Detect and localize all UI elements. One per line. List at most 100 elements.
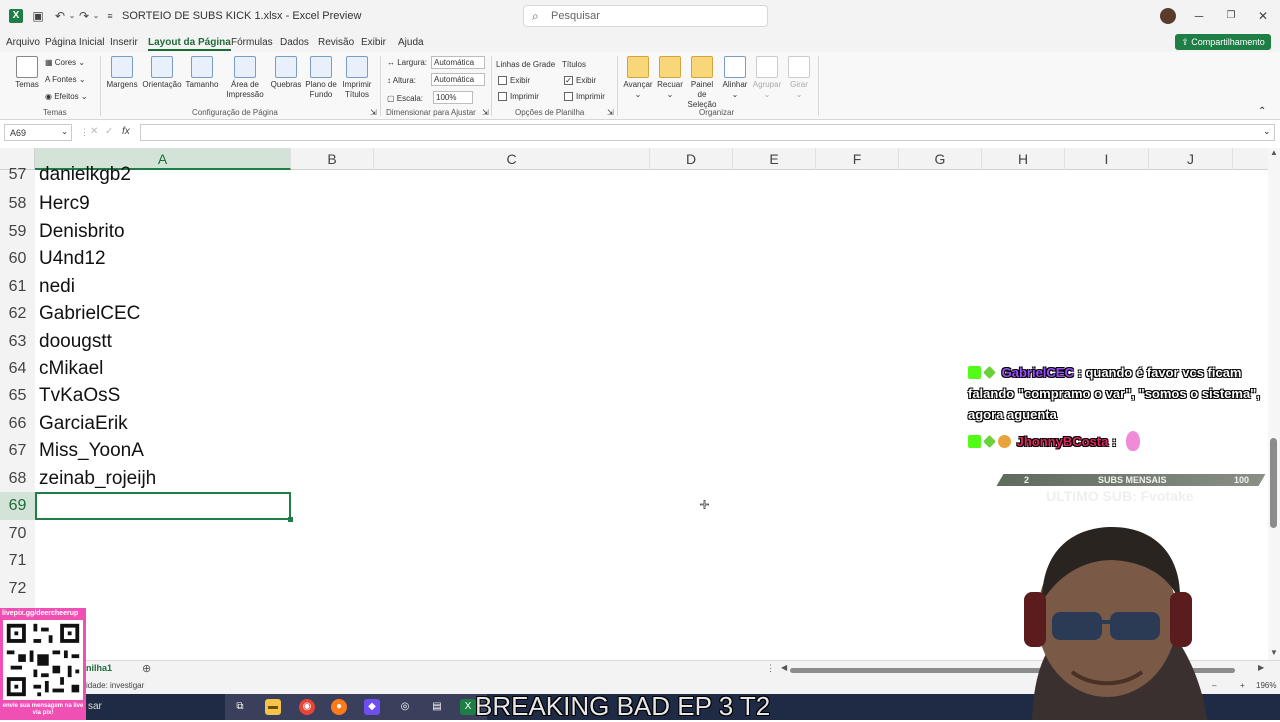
row-header[interactable]: 71	[0, 552, 35, 570]
column-header-h[interactable]: H	[982, 148, 1065, 170]
print-area-button[interactable]: Área de Impressão	[222, 56, 268, 100]
taskbar-search-text[interactable]: sar	[88, 701, 102, 712]
row-header[interactable]: 62	[0, 305, 35, 323]
obs-icon[interactable]: ◎	[397, 699, 413, 715]
tab-pagina-inicial[interactable]: Página Inicial	[45, 37, 104, 48]
chevron-down-icon[interactable]: ⌄	[61, 127, 68, 136]
add-sheet-icon[interactable]: ⊕	[142, 662, 151, 675]
tab-inserir[interactable]: Inserir	[110, 37, 138, 48]
row-header[interactable]: 59	[0, 223, 35, 241]
formula-input[interactable]	[140, 124, 1275, 141]
cell[interactable]: GabrielCEC	[39, 303, 140, 325]
row-header[interactable]: 57	[0, 166, 35, 184]
themes-button[interactable]: Temas	[12, 56, 42, 90]
send-backward-button[interactable]: Recuar ⌄	[655, 56, 685, 100]
row-header[interactable]: 63	[0, 333, 35, 351]
cell[interactable]: danielkgb2	[39, 164, 131, 186]
task-view-icon[interactable]: ⧉	[232, 699, 248, 715]
sheet-options-launcher-icon[interactable]: ⇲	[607, 108, 614, 117]
column-header-d[interactable]: D	[650, 148, 733, 170]
column-header-i[interactable]: I	[1065, 148, 1149, 170]
expand-formula-icon[interactable]: ⌄	[1263, 126, 1271, 137]
bring-forward-button[interactable]: Avançar ⌄	[622, 56, 654, 100]
insert-function-icon[interactable]: fx	[122, 126, 130, 137]
print-titles-button[interactable]: Imprimir Títulos	[340, 56, 374, 100]
name-box[interactable]: A69 ⌄	[4, 124, 72, 141]
cell[interactable]: TvKaOsS	[39, 385, 120, 407]
cell[interactable]: nedi	[39, 276, 75, 298]
tab-layout-da-pagina[interactable]: Layout da Página	[148, 37, 231, 51]
vertical-scroll-thumb[interactable]	[1270, 438, 1277, 528]
column-header-g[interactable]: G	[899, 148, 982, 170]
avatar[interactable]	[1160, 8, 1176, 24]
headings-view-checkbox[interactable]: ✓	[564, 76, 573, 85]
size-button[interactable]: Tamanho	[184, 56, 220, 90]
effects-button[interactable]: ◉ Efeitos ⌄	[45, 92, 88, 101]
row-header[interactable]: 70	[0, 525, 35, 543]
cell[interactable]: GarciaErik	[39, 413, 128, 435]
gridlines-print-checkbox[interactable]	[498, 92, 507, 101]
row-header[interactable]: 60	[0, 250, 35, 268]
active-cell-a69[interactable]	[35, 492, 293, 522]
tab-exibir[interactable]: Exibir	[361, 37, 386, 48]
more-icon[interactable]: ⋮	[766, 663, 775, 674]
confirm-icon[interactable]: ✓	[105, 126, 113, 137]
colors-button[interactable]: ▦ Cores ⌄	[45, 58, 85, 67]
close-icon[interactable]: ✕	[1254, 7, 1272, 25]
fonts-button[interactable]: A Fontes ⌄	[45, 75, 86, 84]
column-header-b[interactable]: B	[291, 148, 374, 170]
zoom-level[interactable]: 196%	[1256, 681, 1276, 690]
row-header[interactable]: 64	[0, 360, 35, 378]
collapse-ribbon-icon[interactable]: ⌃	[1258, 106, 1266, 117]
breaks-button[interactable]: Quebras	[270, 56, 302, 90]
share-button[interactable]: ⇪ Compartilhamento	[1175, 34, 1271, 50]
column-header-e[interactable]: E	[733, 148, 816, 170]
file-explorer-icon[interactable]: ▬	[265, 699, 281, 715]
rotate-button[interactable]: Girar ⌄	[784, 56, 814, 100]
scroll-up-icon[interactable]: ▲	[1270, 148, 1278, 157]
group-objects-button[interactable]: Agrupar ⌄	[752, 56, 782, 100]
scroll-left-icon[interactable]: ◀	[781, 663, 787, 672]
selection-pane-button[interactable]: Painel de Seleção	[686, 56, 718, 110]
firefox-icon[interactable]: ●	[331, 699, 347, 715]
cell[interactable]: Denisbrito	[39, 221, 125, 243]
width-dropdown[interactable]: Automática	[431, 56, 485, 69]
orientation-button[interactable]: Orientação	[141, 56, 183, 90]
row-header[interactable]: 69	[0, 492, 35, 520]
background-button[interactable]: Plano de Fundo	[304, 56, 338, 100]
app-icon[interactable]: ◆	[364, 699, 380, 715]
row-header[interactable]: 65	[0, 387, 35, 405]
column-header-c[interactable]: C	[374, 148, 650, 170]
page-setup-launcher-icon[interactable]: ⇲	[370, 108, 377, 117]
restore-icon[interactable]: ❐	[1222, 7, 1240, 25]
row-header[interactable]: 68	[0, 470, 35, 488]
cell[interactable]: Miss_YoonA	[39, 440, 144, 462]
row-header[interactable]: 61	[0, 278, 35, 296]
scale-input[interactable]: 100%	[433, 91, 473, 104]
cancel-icon[interactable]: ✕	[90, 126, 98, 137]
tab-revisao[interactable]: Revisão	[318, 37, 354, 48]
margins-button[interactable]: Margens	[105, 56, 139, 90]
row-header[interactable]: 58	[0, 195, 35, 213]
tab-dados[interactable]: Dados	[280, 37, 309, 48]
cell[interactable]: zeinab_rojeijh	[39, 468, 156, 490]
redo-dropdown-icon[interactable]: ⌄	[89, 9, 103, 23]
chrome-icon[interactable]: ◉	[299, 699, 315, 715]
scroll-right-icon[interactable]: ▶	[1258, 663, 1264, 672]
height-dropdown[interactable]: Automática	[431, 73, 485, 86]
excel-taskbar-icon[interactable]: X	[460, 699, 476, 715]
align-button[interactable]: Alinhar ⌄	[720, 56, 750, 100]
minimize-icon[interactable]: ─	[1190, 7, 1208, 25]
accessibility-status[interactable]: idade: investigar	[86, 681, 144, 690]
column-header-j[interactable]: J	[1149, 148, 1233, 170]
scale-launcher-icon[interactable]: ⇲	[482, 108, 489, 117]
cell[interactable]: cMikael	[39, 358, 103, 380]
autosave-icon[interactable]: ▣	[31, 9, 45, 23]
headings-print-checkbox[interactable]	[564, 92, 573, 101]
cell[interactable]: U4nd12	[39, 248, 106, 270]
cell[interactable]: Herc9	[39, 193, 90, 215]
gridlines-view-checkbox[interactable]	[498, 76, 507, 85]
tab-ajuda[interactable]: Ajuda	[398, 37, 424, 48]
column-header-f[interactable]: F	[816, 148, 899, 170]
zoom-plus-icon[interactable]: +	[1240, 681, 1245, 690]
